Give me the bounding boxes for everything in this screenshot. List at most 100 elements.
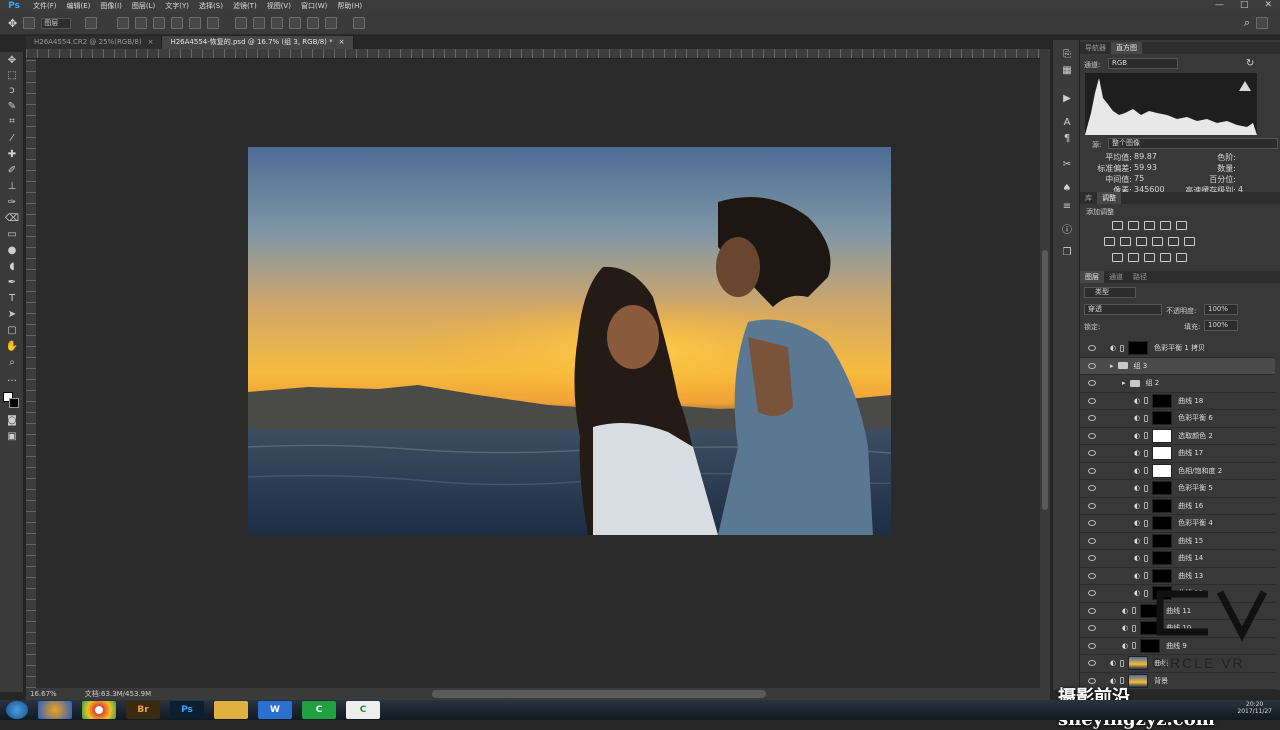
quick-mask-icon[interactable]: ◙ xyxy=(4,414,20,428)
character-icon[interactable]: A xyxy=(1059,116,1075,130)
link-icon[interactable] xyxy=(1144,572,1149,580)
layer-name[interactable]: 曲线 13 xyxy=(1178,571,1203,581)
marquee-tool-icon[interactable]: ⬚ xyxy=(4,69,20,83)
crop-tool-icon[interactable]: ⌗ xyxy=(4,115,20,129)
exposure-icon[interactable] xyxy=(1160,221,1171,230)
play-actions-icon[interactable]: ▶ xyxy=(1059,92,1075,106)
layer-name[interactable]: 色彩平衡 5 xyxy=(1178,483,1213,493)
layer-name[interactable]: 曲线 17 xyxy=(1178,448,1203,458)
layer-row[interactable]: ◐ 色彩平衡 1 拷贝 xyxy=(1080,340,1275,358)
auto-align-icon[interactable] xyxy=(353,17,366,29)
menu-layer[interactable]: 图层(L) xyxy=(127,1,160,11)
swatches-icon[interactable]: ▦ xyxy=(1059,64,1075,78)
layer-name[interactable]: 曲线 16 xyxy=(1178,501,1203,511)
tab-histogram[interactable]: 直方图 xyxy=(1111,42,1142,54)
layer-row[interactable]: ◐ 曲线 16 xyxy=(1080,498,1275,515)
horizontal-scroll-thumb[interactable] xyxy=(432,690,766,698)
folder-icon[interactable] xyxy=(214,701,248,719)
close-tab-icon[interactable]: × xyxy=(339,36,345,49)
expand-arrow-icon[interactable]: ▸ xyxy=(1122,379,1126,387)
shape-tool-icon[interactable]: ▢ xyxy=(4,324,20,338)
layer-name[interactable]: 曲线 18 xyxy=(1178,396,1203,406)
layer-mask-thumbnail[interactable] xyxy=(1152,463,1173,478)
auto-select-checkbox[interactable] xyxy=(23,17,36,29)
align-bottom-icon[interactable] xyxy=(153,17,166,29)
paragraph-icon[interactable]: ¶ xyxy=(1059,132,1075,146)
document-image[interactable] xyxy=(248,147,891,535)
blur-tool-icon[interactable]: ● xyxy=(4,244,20,258)
chrome-icon[interactable] xyxy=(82,701,116,719)
screen-mode-icon[interactable]: ▣ xyxy=(4,430,20,444)
layer-mask-thumbnail[interactable] xyxy=(1152,533,1173,548)
visibility-eye-icon[interactable] xyxy=(1088,415,1096,422)
layer-mask-thumbnail[interactable] xyxy=(1128,341,1149,356)
visibility-eye-icon[interactable] xyxy=(1088,607,1096,614)
hand-tool-icon[interactable]: ✋ xyxy=(4,340,20,354)
layer-row[interactable]: ◐ 曲线 17 xyxy=(1080,445,1275,463)
link-icon[interactable] xyxy=(1132,607,1137,615)
link-icon[interactable] xyxy=(1144,467,1149,475)
visibility-eye-icon[interactable] xyxy=(1088,432,1096,439)
link-icon[interactable] xyxy=(1144,502,1149,510)
layer-name[interactable]: 色彩平衡 4 xyxy=(1178,518,1213,528)
link-icon[interactable] xyxy=(1144,519,1149,527)
doc-tab-cr2[interactable]: H26A4554.CR2 @ 25%(RGB/8) × xyxy=(26,36,163,49)
layer-mask-thumbnail[interactable] xyxy=(1152,481,1173,496)
color-balance-icon[interactable] xyxy=(1120,237,1131,246)
menu-file[interactable]: 文件(F) xyxy=(28,1,62,11)
black-white-icon[interactable] xyxy=(1136,237,1147,246)
layer-name[interactable]: 曲线 14 xyxy=(1178,553,1203,563)
distribute-right-icon[interactable] xyxy=(325,17,338,29)
link-icon[interactable] xyxy=(1144,449,1149,457)
gradient-map-icon[interactable] xyxy=(1160,253,1171,262)
type-tool-icon[interactable]: T xyxy=(4,292,20,306)
menu-type[interactable]: 文字(Y) xyxy=(160,1,194,11)
blend-mode-select[interactable]: 穿透 xyxy=(1084,304,1162,315)
invert-icon[interactable] xyxy=(1112,253,1123,262)
info-icon[interactable]: ⓘ xyxy=(1059,224,1075,238)
layer-row[interactable]: ▸ 组 2 xyxy=(1080,375,1275,393)
visibility-eye-icon[interactable] xyxy=(1088,590,1096,597)
visibility-eye-icon[interactable] xyxy=(1088,537,1096,544)
layer-row[interactable]: ◐ 曲线 14 xyxy=(1080,550,1275,568)
photo-filter-icon[interactable] xyxy=(1152,237,1163,246)
align-right-icon[interactable] xyxy=(207,17,220,29)
link-icon[interactable] xyxy=(1120,659,1125,667)
camtasia-recorder-icon[interactable]: C xyxy=(346,701,380,719)
posterize-icon[interactable] xyxy=(1128,253,1139,262)
layer-name[interactable]: 组 2 xyxy=(1146,378,1160,388)
align-left-icon[interactable] xyxy=(171,17,184,29)
layer-name[interactable]: 组 3 xyxy=(1134,361,1148,371)
tools-preset-icon[interactable]: ✂ xyxy=(1059,158,1075,172)
source-select[interactable]: 整个图像 xyxy=(1108,138,1278,149)
layer-name[interactable]: 色彩平衡 1 拷贝 xyxy=(1154,343,1205,353)
visibility-eye-icon[interactable] xyxy=(1088,450,1096,457)
levels-icon[interactable] xyxy=(1128,221,1139,230)
align-hcenter-icon[interactable] xyxy=(189,17,202,29)
doc-tab-psd[interactable]: H26A4554-恢复的.psd @ 16.7% (组 3, RGB/8) * × xyxy=(162,36,354,49)
close-tab-icon[interactable]: × xyxy=(148,36,154,49)
search-icon[interactable]: ⌕ xyxy=(1244,16,1250,30)
layer-name[interactable]: 色彩平衡 6 xyxy=(1178,413,1213,423)
layer-row[interactable]: ◐ 选取颜色 2 xyxy=(1080,428,1275,445)
auto-select-dropdown[interactable]: 图层 xyxy=(41,17,72,29)
visibility-eye-icon[interactable] xyxy=(1088,345,1096,352)
layer-row[interactable]: ◐ 色彩平衡 6 xyxy=(1080,410,1275,428)
channel-mixer-icon[interactable] xyxy=(1168,237,1179,246)
brightness-icon[interactable] xyxy=(1112,221,1123,230)
link-icon[interactable] xyxy=(1144,432,1149,440)
layer-mask-thumbnail[interactable] xyxy=(1152,516,1173,531)
layer-mask-thumbnail[interactable] xyxy=(1152,411,1173,426)
taskbar-app-icon[interactable] xyxy=(38,701,72,719)
move-tool-icon[interactable]: ✥ xyxy=(4,54,20,68)
minimize-button[interactable]: — xyxy=(1215,0,1224,10)
layer-mask-thumbnail[interactable] xyxy=(1128,656,1149,671)
visibility-eye-icon[interactable] xyxy=(1088,485,1096,492)
move-tool-icon[interactable]: ✥ xyxy=(8,17,17,30)
dodge-tool-icon[interactable]: ◖ xyxy=(4,260,20,274)
layer-mask-thumbnail[interactable] xyxy=(1152,393,1173,408)
layer-row[interactable]: ◐ 色彩平衡 5 xyxy=(1080,480,1275,498)
tab-layers[interactable]: 图层 xyxy=(1080,271,1104,283)
visibility-eye-icon[interactable] xyxy=(1088,380,1096,387)
visibility-eye-icon[interactable] xyxy=(1088,572,1096,579)
